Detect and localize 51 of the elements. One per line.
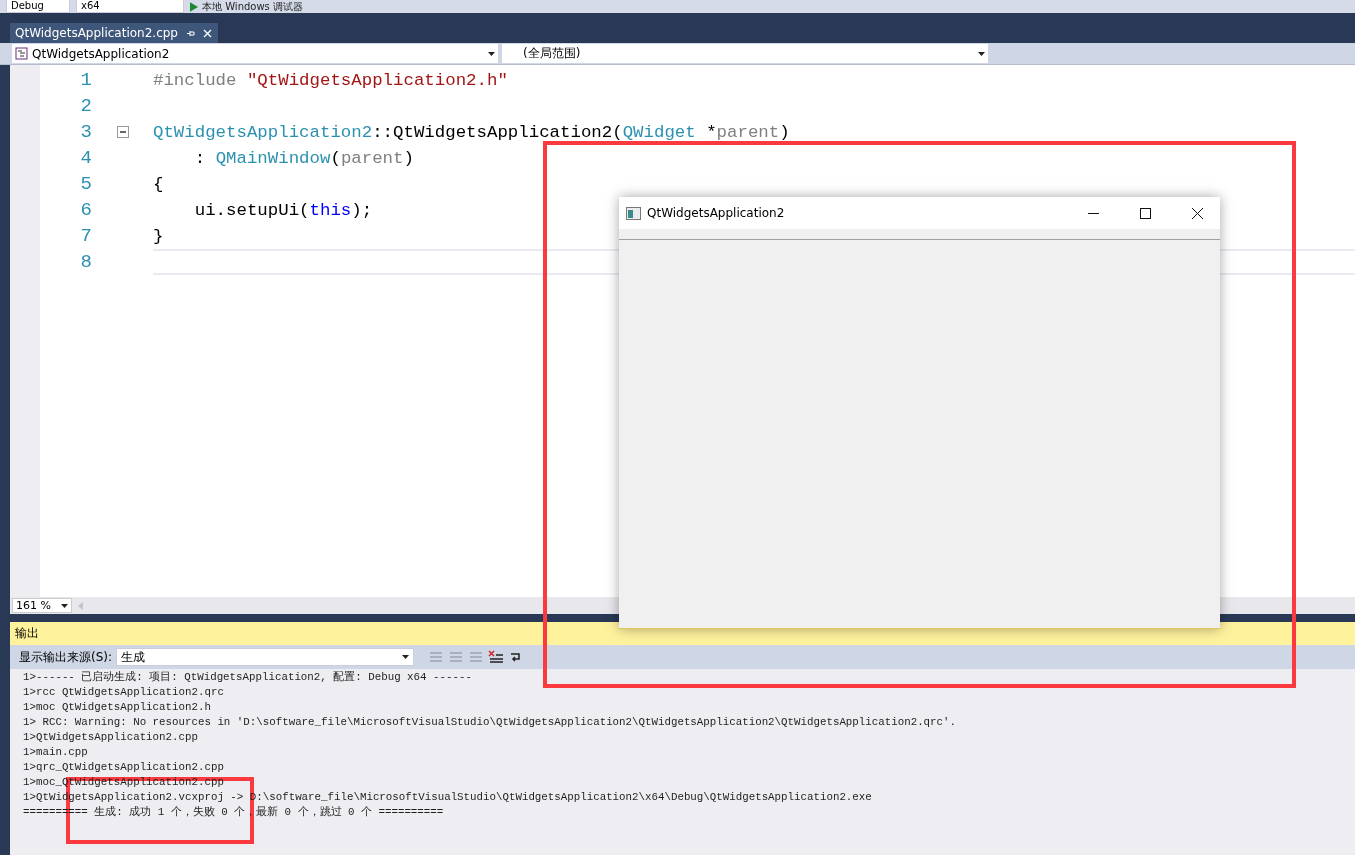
close-icon (203, 28, 212, 38)
output-line: 1>qrc_QtWidgetsApplication2.cpp (23, 760, 225, 775)
line-number: 5 (79, 173, 92, 195)
scroll-left-icon (78, 601, 83, 610)
collapse-icon[interactable] (116, 126, 129, 138)
window-icon (626, 206, 641, 220)
minimize-icon (1087, 212, 1099, 214)
line-number: 3 (79, 121, 92, 143)
output-line: 1>QtWidgetsApplication2.cpp (23, 730, 199, 745)
code-line: ui.setupUi(this); (193, 200, 373, 220)
clear-all-icon (488, 650, 505, 664)
code-line: : QMainWindow(parent) (193, 148, 414, 168)
caret-icon (978, 51, 985, 56)
caret-icon (61, 603, 68, 608)
class-scope-dropdown[interactable]: QtWidgetsApplication2 (12, 44, 498, 63)
close-icon (1191, 207, 1203, 219)
window-title: QtWidgetsApplication2 (647, 206, 786, 220)
line-number: 8 (79, 251, 92, 273)
line-number: 7 (79, 225, 92, 247)
zoom-dropdown[interactable]: 161 % (12, 598, 72, 613)
code-line: { (153, 174, 164, 194)
member-scope-dropdown[interactable]: (全局范围) (502, 44, 988, 63)
line-number: 2 (79, 95, 92, 117)
pin-icon (186, 28, 195, 38)
list-icon (448, 650, 465, 664)
output-line: 1>------ 已启动生成: 项目: QtWidgetsApplication2, 配置: Debug x64 ------ (23, 670, 473, 685)
document-tab[interactable]: QtWidgetsApplication2.cpp (10, 23, 218, 43)
code-line: } (153, 226, 164, 246)
class-icon (15, 47, 28, 60)
line-number: 6 (79, 199, 92, 221)
output-line: 1>main.cpp (23, 745, 89, 760)
caret-icon (402, 655, 410, 659)
platform-dropdown[interactable]: x64 (76, 0, 184, 13)
source-label: 显示输出来源(S): (19, 648, 113, 666)
caret-icon (488, 51, 495, 56)
output-source-dropdown[interactable]: 生成 (116, 648, 415, 666)
maximize-icon (1139, 207, 1151, 219)
line-number: 1 (79, 69, 92, 91)
output-line: 1>rcc QtWidgetsApplication2.qrc (23, 685, 225, 700)
play-icon (190, 1, 198, 12)
word-wrap-icon (508, 650, 523, 664)
output-line: 1>moc QtWidgetsApplication2.h (23, 700, 212, 715)
line-number: 4 (79, 147, 92, 169)
list-icon (468, 650, 485, 664)
start-debugging-button[interactable]: 本地 Windows 调试器 (190, 0, 303, 13)
code-line: #include "QtWidgetsApplication2.h" (153, 70, 508, 90)
code-line: QtWidgetsApplication2::QtWidgetsApplication2(QWidget *parent) (153, 122, 790, 142)
output-line: 1> RCC: Warning: No resources in 'D:\software_file\MicrosoftVisualStudio\QtWidgetsApplication2\QtWidgetsApplication2\QtWidgetsApplication2.qrc'. (23, 715, 957, 730)
configuration-dropdown[interactable]: Debug (6, 0, 70, 13)
panel-title: 输出 (15, 625, 39, 642)
list-icon (428, 650, 445, 664)
